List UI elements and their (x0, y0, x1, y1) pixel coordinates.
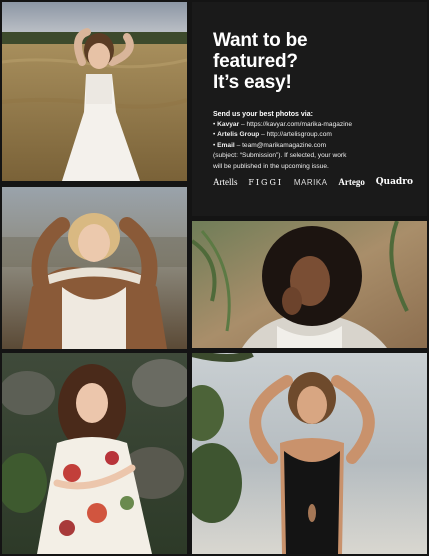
headline-line-3: It’s easy! (213, 72, 292, 93)
logo-artego: Artego (338, 177, 365, 187)
photo-curly-hair-portrait (192, 221, 427, 348)
submission-note-1: (subject: “Submission”). If selected, yo… (213, 152, 347, 160)
channel-link[interactable]: https://kavyar.com/marika-magazine (246, 121, 352, 128)
submission-note-2: will be published in the upcoming issue. (213, 162, 329, 170)
channel-name: Artelis Group (217, 131, 260, 139)
headline-line-2: featured? (213, 51, 298, 72)
channel-separator: – (234, 141, 243, 149)
headline: Want to be featured? It’s easy! (213, 30, 413, 93)
channel-name: Kavyar (217, 121, 240, 128)
channel-link[interactable]: http://artelisgroup.com (267, 131, 332, 138)
logo-artells: Artells (213, 177, 238, 187)
submission-info-panel: Want to be featured? It’s easy! Send us … (192, 2, 427, 216)
logo-figgi: FIGGI (248, 177, 283, 187)
channel-kavyar: • Kavyar – https://kavyar.com/marika-mag… (213, 121, 353, 128)
headline-line-1: Want to be (213, 30, 308, 51)
channel-email: • Email – team@marikamagazine.com (213, 141, 327, 149)
channel-name: Email (217, 141, 235, 149)
channel-artelis: • Artelis Group – http://artelisgroup.co… (213, 131, 332, 139)
partner-logos: Artells FIGGI MARIKA Artego Quadro (213, 175, 413, 189)
channel-link[interactable]: team@marikamagazine.com (242, 142, 326, 149)
channel-separator: – (259, 131, 267, 139)
photo-floral-dress-portrait (2, 353, 187, 554)
photo-wheat-field-bride (2, 2, 187, 181)
logo-quadro: Quadro (375, 177, 413, 187)
photo-swimsuit-portrait (192, 353, 427, 554)
send-title: Send us your best photos via: (213, 111, 313, 118)
photo-shearling-jacket-portrait (2, 187, 187, 349)
logo-marika: MARIKA (293, 177, 328, 187)
magazine-page: Want to be featured? It’s easy! Send us … (0, 0, 429, 556)
